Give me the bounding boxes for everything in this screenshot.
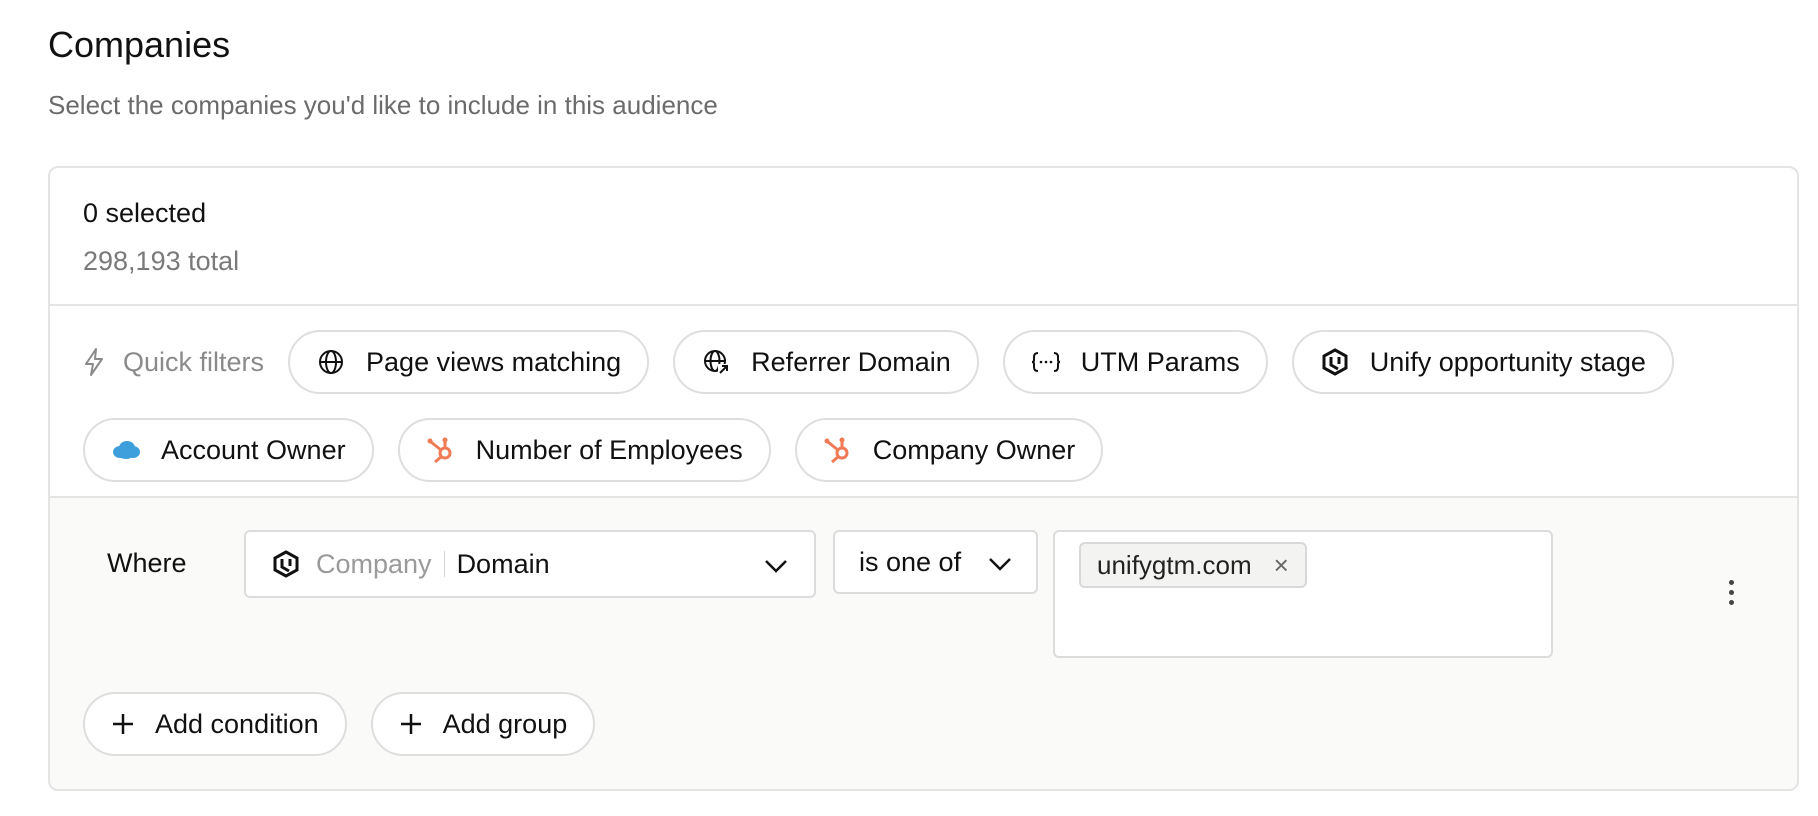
chip-unify-opportunity-stage[interactable]: Unify opportunity stage	[1291, 330, 1674, 394]
plus-icon	[399, 712, 423, 736]
chevron-down-icon	[988, 547, 1012, 578]
remove-value-icon[interactable]: ×	[1274, 550, 1289, 581]
selected-count: 0 selected	[83, 198, 207, 228]
globe-arrow-icon	[701, 347, 731, 377]
quick-filters-text: Quick filters	[123, 346, 265, 377]
operator-label: is one of	[859, 546, 962, 577]
quick-filters-row-2: Account Owner Number of Employees Compan…	[83, 418, 1764, 482]
page-subtitle: Select the companies you'd like to inclu…	[48, 90, 718, 120]
lightning-icon	[85, 348, 103, 376]
chip-label: Number of Employees	[475, 434, 743, 465]
more-options-icon[interactable]	[1725, 580, 1737, 610]
chip-label: Unify opportunity stage	[1369, 346, 1646, 377]
field-name: Domain	[456, 548, 550, 579]
value-tag-label: unifygtm.com	[1097, 549, 1252, 580]
total-count: 298,193 total	[83, 246, 240, 276]
field-select[interactable]: Company Domain	[244, 530, 816, 598]
salesforce-cloud-icon	[111, 435, 141, 465]
chip-label: Account Owner	[161, 434, 346, 465]
quick-filters: Quick filters Page views matching Referr…	[50, 306, 1797, 498]
chip-label: Company Owner	[872, 434, 1076, 465]
add-group-label: Add group	[442, 708, 568, 739]
add-condition-button[interactable]: Add condition	[83, 692, 347, 756]
add-group-button[interactable]: Add group	[370, 692, 596, 756]
unify-logo-icon	[272, 550, 300, 578]
where-label: Where	[107, 548, 187, 578]
chip-label: Page views matching	[366, 346, 622, 377]
plus-icon	[111, 712, 135, 736]
field-separator	[443, 551, 445, 577]
unify-logo-icon	[1320, 347, 1350, 377]
operator-select[interactable]: is one of	[833, 530, 1038, 594]
chip-label: Referrer Domain	[751, 346, 951, 377]
chip-page-views-matching[interactable]: Page views matching	[288, 330, 650, 394]
chip-account-owner[interactable]: Account Owner	[83, 418, 374, 482]
braces-icon	[1031, 347, 1061, 377]
chip-utm-params[interactable]: UTM Params	[1002, 330, 1268, 394]
page-title: Companies	[48, 24, 231, 65]
condition-actions: Add condition Add group	[83, 692, 619, 756]
hubspot-icon	[823, 435, 853, 465]
companies-filter-card: 0 selected 298,193 total Quick filters P…	[48, 166, 1799, 791]
hubspot-icon	[426, 435, 456, 465]
chip-referrer-domain[interactable]: Referrer Domain	[673, 330, 979, 394]
chip-company-owner[interactable]: Company Owner	[794, 418, 1104, 482]
chevron-down-icon	[764, 549, 788, 580]
quick-filters-label: Quick filters	[83, 347, 264, 378]
quick-filters-row-1: Quick filters Page views matching Referr…	[83, 330, 1764, 394]
field-category: Company	[316, 548, 432, 579]
conditions-area: Where Company Domain is one of unifygtm.…	[50, 498, 1797, 789]
values-input[interactable]: unifygtm.com ×	[1053, 530, 1553, 658]
section-header: Companies Select the companies you'd lik…	[48, 22, 718, 122]
selection-summary: 0 selected 298,193 total	[50, 168, 1797, 306]
globe-icon	[316, 347, 346, 377]
add-condition-label: Add condition	[155, 708, 319, 739]
chip-number-of-employees[interactable]: Number of Employees	[397, 418, 771, 482]
value-tag: unifygtm.com ×	[1079, 542, 1307, 588]
chip-label: UTM Params	[1080, 346, 1240, 377]
companies-audience-page: Companies Select the companies you'd lik…	[0, 0, 1818, 816]
